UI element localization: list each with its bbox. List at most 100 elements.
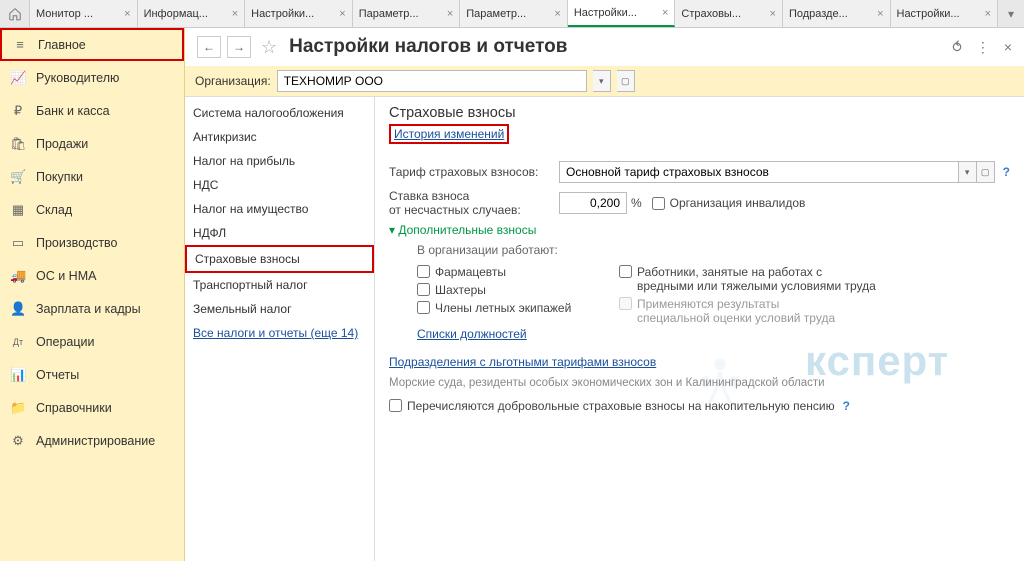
tab-label: Настройки... — [251, 8, 335, 20]
org-input[interactable] — [277, 70, 587, 92]
cat-profit-tax[interactable]: Налог на прибыль — [185, 149, 374, 173]
sidebar-item-production[interactable]: ▭ Производство — [0, 226, 184, 259]
sidebar-item-admin[interactable]: ⚙Администрирование — [0, 424, 184, 457]
ruble-icon: ₽ — [10, 103, 26, 119]
sidebar-item-label: Отчеты — [36, 368, 79, 382]
star-icon[interactable]: ☆ — [261, 37, 277, 58]
tab-label: Настройки... — [574, 7, 658, 19]
sidebar-item-bank[interactable]: ₽Банк и касса — [0, 94, 184, 127]
close-icon[interactable]: × — [447, 8, 453, 20]
block-icon: ▭ — [10, 235, 26, 251]
tab-3[interactable]: Параметр... × — [353, 0, 461, 27]
tab-5[interactable]: Настройки... × — [568, 0, 676, 27]
help-icon[interactable]: ? — [1003, 165, 1010, 179]
tarif-input[interactable] — [559, 161, 959, 183]
page-title: Настройки налогов и отчетов — [289, 36, 946, 58]
sidebar-item-warehouse[interactable]: ▦ Склад — [0, 193, 184, 226]
cat-taxsystem[interactable]: Система налогообложения — [185, 101, 374, 125]
cat-insurance[interactable]: Страховые взносы — [185, 245, 374, 273]
folder-icon: 📁 — [10, 400, 26, 416]
close-icon[interactable]: × — [124, 8, 130, 20]
bag-icon: 🛍 — [10, 136, 26, 152]
rate-input[interactable] — [559, 192, 627, 214]
cat-anticrisis[interactable]: Антикризис — [185, 125, 374, 149]
tab-2[interactable]: Настройки... × — [245, 0, 353, 27]
close-icon[interactable]: × — [339, 8, 345, 20]
rate-label: Ставка взносаот несчастных случаев: — [389, 189, 559, 217]
cat-transport-tax[interactable]: Транспортный налог — [185, 273, 374, 297]
sidebar-item-label: Склад — [36, 203, 72, 217]
sidebar-item-main[interactable]: ≡ Главное — [0, 28, 184, 61]
tab-label: Параметр... — [359, 8, 443, 20]
cat-all-taxes-link[interactable]: Все налоги и отчеты (еще 14) — [185, 321, 374, 345]
tabs-overflow[interactable]: ▾ — [998, 0, 1024, 27]
heavy-checkbox[interactable] — [619, 265, 632, 278]
sout-checkbox — [619, 297, 632, 310]
close-icon[interactable]: × — [554, 8, 560, 20]
close-icon[interactable]: × — [985, 8, 991, 20]
tab-1[interactable]: Информац... × — [138, 0, 246, 27]
sidebar-item-reports[interactable]: 📊Отчеты — [0, 358, 184, 391]
category-list: Система налогообложения Антикризис Налог… — [185, 97, 375, 561]
sea-note: Морские суда, резиденты особых экономиче… — [389, 377, 1010, 389]
sidebar-item-manager[interactable]: 📈Руководителю — [0, 61, 184, 94]
close-icon[interactable]: × — [770, 8, 776, 20]
person-icon: 👤 — [10, 301, 26, 317]
menu-icon: ≡ — [12, 37, 28, 52]
help-icon[interactable]: ? — [843, 399, 850, 413]
tab-8[interactable]: Настройки... × — [891, 0, 999, 27]
forward-button[interactable]: → — [227, 36, 251, 58]
sidebar-item-label: Производство — [36, 236, 118, 250]
sout-label: Применяются результатыспециальной оценки… — [637, 297, 835, 325]
link-icon[interactable]: ⥀ — [952, 39, 962, 56]
sidebar-item-sales[interactable]: 🛍 Продажи — [0, 127, 184, 160]
org-dropdown[interactable]: ▾ — [593, 70, 611, 92]
tab-label: Подразде... — [789, 8, 873, 20]
close-page-icon[interactable]: × — [1004, 39, 1012, 56]
heavy-label: Работники, занятые на работах свредными … — [637, 265, 876, 293]
tab-4[interactable]: Параметр... × — [460, 0, 568, 27]
close-icon[interactable]: × — [662, 7, 668, 19]
tab-label: Информац... — [144, 8, 228, 20]
miners-checkbox[interactable] — [417, 283, 430, 296]
tab-label: Настройки... — [897, 8, 981, 20]
subdivisions-link[interactable]: Подразделения с льготными тарифами взнос… — [389, 355, 656, 369]
tab-7[interactable]: Подразде... × — [783, 0, 891, 27]
back-button[interactable]: ← — [197, 36, 221, 58]
grid-icon: ▦ — [10, 202, 26, 218]
positions-link[interactable]: Списки должностей — [417, 327, 527, 341]
tab-0[interactable]: Монитор ...× — [30, 0, 138, 27]
sidebar-item-label: Администрирование — [36, 434, 155, 448]
home-tab[interactable] — [0, 0, 30, 27]
voluntary-checkbox[interactable] — [389, 399, 402, 412]
pharm-label: Фармацевты — [435, 265, 506, 279]
tab-6[interactable]: Страховы...× — [675, 0, 783, 27]
history-link[interactable]: История изменений — [394, 127, 504, 141]
crew-checkbox[interactable] — [417, 301, 430, 314]
pharm-checkbox[interactable] — [417, 265, 430, 278]
chart-icon: 📈 — [10, 70, 26, 86]
tarif-dropdown[interactable]: ▾ — [959, 161, 977, 183]
sidebar-item-assets[interactable]: 🚚ОС и НМА — [0, 259, 184, 292]
sidebar-item-catalogs[interactable]: 📁Справочники — [0, 391, 184, 424]
close-icon[interactable]: × — [877, 8, 883, 20]
cat-ndfl[interactable]: НДФЛ — [185, 221, 374, 245]
sidebar-item-hr[interactable]: 👤 Зарплата и кадры — [0, 292, 184, 325]
close-icon[interactable]: × — [232, 8, 238, 20]
sidebar-item-purchases[interactable]: 🛒Покупки — [0, 160, 184, 193]
more-icon[interactable]: ⋮ — [976, 39, 990, 56]
cat-vat[interactable]: НДС — [185, 173, 374, 197]
sidebar-item-label: Зарплата и кадры — [36, 302, 141, 316]
cat-property-tax[interactable]: Налог на имущество — [185, 197, 374, 221]
rate-unit: % — [631, 196, 642, 210]
org-invalid-label: Организация инвалидов — [670, 196, 806, 210]
tarif-open[interactable]: ▢ — [977, 161, 995, 183]
sidebar-item-operations[interactable]: ДтОперации — [0, 325, 184, 358]
org-invalid-checkbox[interactable] — [652, 197, 665, 210]
sidebar-item-label: Главное — [38, 38, 86, 52]
sidebar-item-label: Продажи — [36, 137, 88, 151]
tab-label: Параметр... — [466, 8, 550, 20]
org-open-button[interactable]: ▢ — [617, 70, 635, 92]
extra-expand[interactable]: Дополнительные взносы — [389, 223, 1010, 237]
cat-land-tax[interactable]: Земельный налог — [185, 297, 374, 321]
